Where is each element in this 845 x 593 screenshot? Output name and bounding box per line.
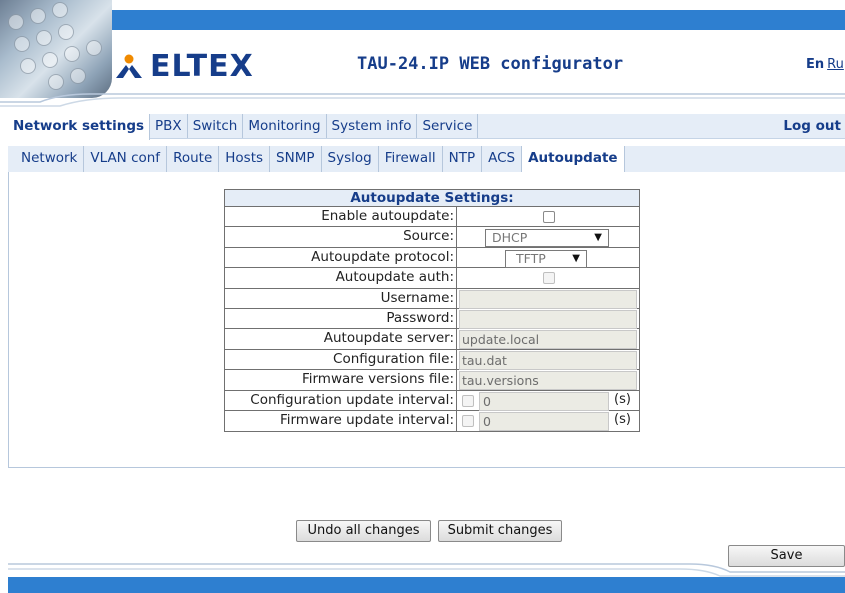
settings-title: Autoupdate Settings:	[225, 190, 639, 207]
subtab-route[interactable]: Route	[167, 146, 220, 172]
source-select[interactable]: DHCP ▼	[485, 229, 609, 248]
row-config-file: Configuration file: tau.dat	[225, 349, 639, 371]
row-source: Source: DHCP ▼	[225, 227, 639, 248]
subtab-hosts[interactable]: Hosts	[219, 146, 271, 172]
config-interval-input[interactable]: 0	[479, 391, 609, 411]
row-fw-file: Firmware versions file: tau.versions	[225, 370, 639, 391]
fw-interval-checkbox[interactable]	[462, 414, 474, 427]
header-blue-strip	[95, 10, 845, 30]
config-interval-checkbox[interactable]	[462, 394, 474, 407]
auth-label: Autoupdate auth:	[225, 268, 457, 288]
password-label: Password:	[225, 308, 457, 329]
row-username: Username:	[225, 288, 639, 309]
tab-service[interactable]: Service	[417, 114, 479, 138]
logo-text: ELTEX	[150, 48, 254, 84]
header-keypad-photo	[0, 0, 112, 98]
subtab-ntp[interactable]: NTP	[443, 146, 483, 172]
footer-blue-bar	[8, 577, 845, 593]
row-password: Password:	[225, 308, 639, 330]
protocol-select[interactable]: TFTP ▼	[505, 249, 587, 268]
autoupdate-settings-table: Autoupdate Settings: Enable autoupdate: …	[224, 189, 640, 433]
logout-link[interactable]: Log out	[783, 118, 841, 134]
subtab-snmp[interactable]: SNMP	[270, 146, 322, 172]
language-switcher: En Ru	[806, 57, 844, 72]
tab-monitoring[interactable]: Monitoring	[243, 114, 327, 138]
header-wave-divider	[0, 93, 845, 107]
enable-autoupdate-label: Enable autoupdate:	[225, 207, 457, 227]
main-tabs: Network settings PBX Switch Monitoring S…	[8, 114, 845, 140]
row-server: Autoupdate server: update.local	[225, 329, 639, 350]
auth-checkbox[interactable]	[543, 272, 555, 285]
footer	[0, 560, 845, 593]
undo-all-changes-button[interactable]: Undo all changes	[296, 520, 431, 542]
tab-system-info[interactable]: System info	[327, 114, 418, 138]
fw-file-input[interactable]: tau.versions	[459, 371, 637, 391]
row-fw-interval: Firmware update interval: 0 (s)	[225, 410, 639, 432]
footer-wave-divider	[8, 563, 845, 577]
tab-network-settings[interactable]: Network settings	[8, 114, 151, 140]
chevron-down-icon: ▼	[572, 252, 580, 264]
protocol-label: Autoupdate protocol:	[225, 247, 457, 268]
enable-autoupdate-checkbox[interactable]	[543, 211, 555, 223]
username-input[interactable]	[459, 289, 637, 309]
subtab-network[interactable]: Network	[8, 146, 85, 172]
protocol-select-value: TFTP	[516, 250, 546, 266]
username-label: Username:	[225, 288, 457, 308]
server-label: Autoupdate server:	[225, 329, 457, 349]
tab-pbx[interactable]: PBX	[150, 114, 188, 138]
config-interval-label: Configuration update interval:	[225, 390, 457, 410]
fw-interval-unit: (s)	[614, 411, 631, 427]
password-input[interactable]	[459, 309, 637, 329]
subtab-firewall[interactable]: Firewall	[379, 146, 443, 172]
submit-changes-button[interactable]: Submit changes	[438, 520, 562, 542]
lang-en: En	[806, 57, 825, 72]
subtab-autoupdate[interactable]: Autoupdate	[522, 146, 625, 172]
header: ELTEX TAU-24.IP WEB configurator En Ru	[0, 0, 845, 108]
server-input[interactable]: update.local	[459, 330, 637, 350]
fw-file-label: Firmware versions file:	[225, 370, 457, 390]
tab-switch[interactable]: Switch	[188, 114, 244, 138]
row-auth: Autoupdate auth:	[225, 268, 639, 289]
source-label: Source:	[225, 227, 457, 247]
row-enable-autoupdate: Enable autoupdate:	[225, 207, 639, 228]
config-interval-unit: (s)	[614, 391, 631, 407]
subtab-vlan-conf[interactable]: VLAN conf	[84, 146, 168, 172]
fw-interval-input[interactable]: 0	[479, 411, 609, 431]
eltex-logo-icon	[116, 54, 142, 78]
subtab-acs[interactable]: ACS	[482, 146, 523, 172]
fw-interval-label: Firmware update interval:	[225, 410, 457, 432]
eltex-logo: ELTEX	[114, 48, 254, 84]
sub-tabs: Network VLAN conf Route Hosts SNMP Syslo…	[8, 146, 845, 172]
lang-ru-link[interactable]: Ru	[827, 57, 844, 72]
subtab-syslog[interactable]: Syslog	[322, 146, 379, 172]
config-file-input[interactable]: tau.dat	[459, 350, 637, 370]
row-protocol: Autoupdate protocol: TFTP ▼	[225, 247, 639, 269]
chevron-down-icon: ▼	[594, 232, 602, 244]
product-title: TAU-24.IP WEB configurator	[357, 54, 624, 74]
row-config-interval: Configuration update interval: 0 (s)	[225, 390, 639, 411]
source-select-value: DHCP	[492, 230, 528, 246]
config-file-label: Configuration file:	[225, 349, 457, 370]
